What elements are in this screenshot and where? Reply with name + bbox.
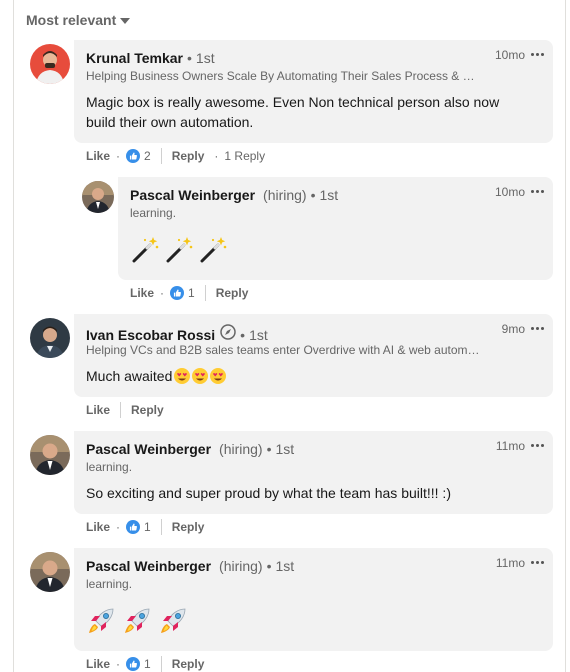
rocket-icon — [161, 608, 186, 633]
comment-bubble: Pascal Weinberger (hiring) • 1st learnin… — [74, 431, 553, 514]
reply-bubble: Pascal Weinberger (hiring) • 1st learnin… — [118, 177, 553, 280]
avatar[interactable] — [30, 435, 70, 475]
comment-bubble: Ivan Escobar Rossi • 1st Helping VCs and… — [74, 314, 553, 397]
avatar[interactable] — [30, 318, 70, 358]
comment-text: Magic box is really awesome. Even Non te… — [86, 94, 500, 130]
commenter-headline: learning. — [86, 460, 133, 474]
separator-dot: • — [266, 558, 272, 574]
comment-time: 10mo — [494, 185, 525, 199]
commenter-name[interactable]: Krunal Temkar — [86, 50, 183, 66]
commenter-headline: Helping VCs and B2B sales teams enter Ov… — [86, 343, 486, 357]
sort-dropdown[interactable]: Most relevant — [26, 12, 131, 28]
comment-actions: Like · 1 Reply — [130, 285, 248, 301]
divider — [160, 519, 162, 535]
commenter-headline: learning. — [130, 206, 177, 220]
reply-button[interactable]: Reply — [216, 286, 249, 300]
commenter-name[interactable]: Pascal Weinberger — [130, 187, 255, 203]
separator-dot: • — [310, 187, 316, 203]
separator-dot: · — [116, 520, 121, 534]
connection-degree: 1st — [195, 50, 215, 66]
comment-time: 9mo — [501, 322, 525, 336]
reaction-count[interactable]: 1 — [144, 520, 151, 534]
caret-down-icon — [120, 17, 131, 24]
commenter-name[interactable]: Pascal Weinberger — [86, 558, 211, 574]
comment-bubble: Krunal Temkar • 1st Helping Business Own… — [74, 40, 553, 143]
comment-actions: Like · 1 Reply — [86, 656, 204, 672]
comment-actions: Like · 2 Reply · 1 Reply — [86, 148, 265, 164]
divider — [120, 402, 122, 418]
like-button[interactable]: Like — [86, 657, 110, 671]
separator-dot: · — [160, 286, 165, 300]
divider — [160, 656, 162, 672]
reply-button[interactable]: Reply — [131, 403, 164, 417]
comment-time: 11mo — [495, 439, 525, 453]
comment-time: 11mo — [495, 556, 525, 570]
avatar[interactable] — [30, 552, 70, 592]
like-reaction-icon[interactable] — [170, 286, 185, 300]
separator-dot: • — [266, 441, 272, 457]
comment-emoji — [86, 604, 190, 636]
avatar[interactable] — [82, 181, 114, 213]
separator-dot: • — [187, 50, 192, 66]
reply-button[interactable]: Reply — [172, 657, 205, 671]
more-options-icon[interactable] — [529, 183, 545, 199]
separator-dot: · — [116, 149, 121, 163]
sort-label: Most relevant — [26, 12, 117, 28]
reply-button[interactable]: Reply — [172, 520, 205, 534]
hiring-label: (hiring) — [219, 558, 263, 574]
rocket-icon — [89, 608, 114, 633]
commenter-headline: Helping Business Owners Scale By Automat… — [86, 69, 481, 83]
hiring-label: (hiring) — [263, 187, 307, 203]
comment-time: 10mo — [494, 48, 525, 62]
rocket-icon — [125, 608, 150, 633]
separator-dot: · — [214, 149, 219, 163]
reaction-count[interactable]: 1 — [144, 657, 151, 671]
more-options-icon[interactable] — [529, 437, 545, 453]
comment-text: So exciting and super proud by what the … — [86, 485, 451, 501]
comment-emoji — [130, 235, 228, 265]
like-button[interactable]: Like — [86, 403, 110, 417]
divider — [160, 148, 162, 164]
connection-degree: 1st — [249, 327, 268, 343]
separator-dot: • — [240, 327, 246, 343]
hiring-label: (hiring) — [219, 441, 263, 457]
reaction-count[interactable]: 1 — [188, 286, 195, 300]
heart-eyes-emoji-icon — [174, 368, 227, 384]
magic-wand-icon — [200, 237, 227, 263]
comment-actions: Like · 1 Reply — [86, 519, 204, 535]
reaction-count[interactable]: 2 — [144, 149, 151, 163]
connection-degree: 1st — [275, 558, 295, 574]
like-button[interactable]: Like — [86, 149, 110, 163]
commenter-headline: learning. — [86, 577, 133, 591]
comment-actions: Like Reply — [86, 402, 164, 418]
commenter-name[interactable]: Ivan Escobar Rossi — [86, 327, 215, 343]
reply-button[interactable]: Reply — [172, 149, 205, 163]
connection-degree: 1st — [319, 187, 339, 203]
comment-bubble: Pascal Weinberger (hiring) • 1st learnin… — [74, 548, 553, 651]
more-options-icon[interactable] — [529, 46, 545, 62]
divider — [204, 285, 206, 301]
replies-link[interactable]: 1 Reply — [224, 149, 265, 163]
commenter-name[interactable]: Pascal Weinberger — [86, 441, 211, 457]
like-button[interactable]: Like — [130, 286, 154, 300]
more-options-icon[interactable] — [529, 554, 545, 570]
like-reaction-icon[interactable] — [126, 520, 141, 534]
compass-icon — [220, 324, 236, 340]
connection-degree: 1st — [275, 441, 295, 457]
avatar[interactable] — [30, 44, 70, 84]
magic-wand-icon — [166, 237, 193, 263]
like-reaction-icon[interactable] — [126, 149, 141, 163]
magic-wand-icon — [132, 237, 159, 263]
like-reaction-icon[interactable] — [126, 657, 141, 671]
more-options-icon[interactable] — [529, 320, 545, 336]
separator-dot: · — [116, 657, 121, 671]
comment-text: Much awaited — [86, 368, 173, 384]
comment-text-row: Much awaited — [86, 366, 227, 386]
like-button[interactable]: Like — [86, 520, 110, 534]
